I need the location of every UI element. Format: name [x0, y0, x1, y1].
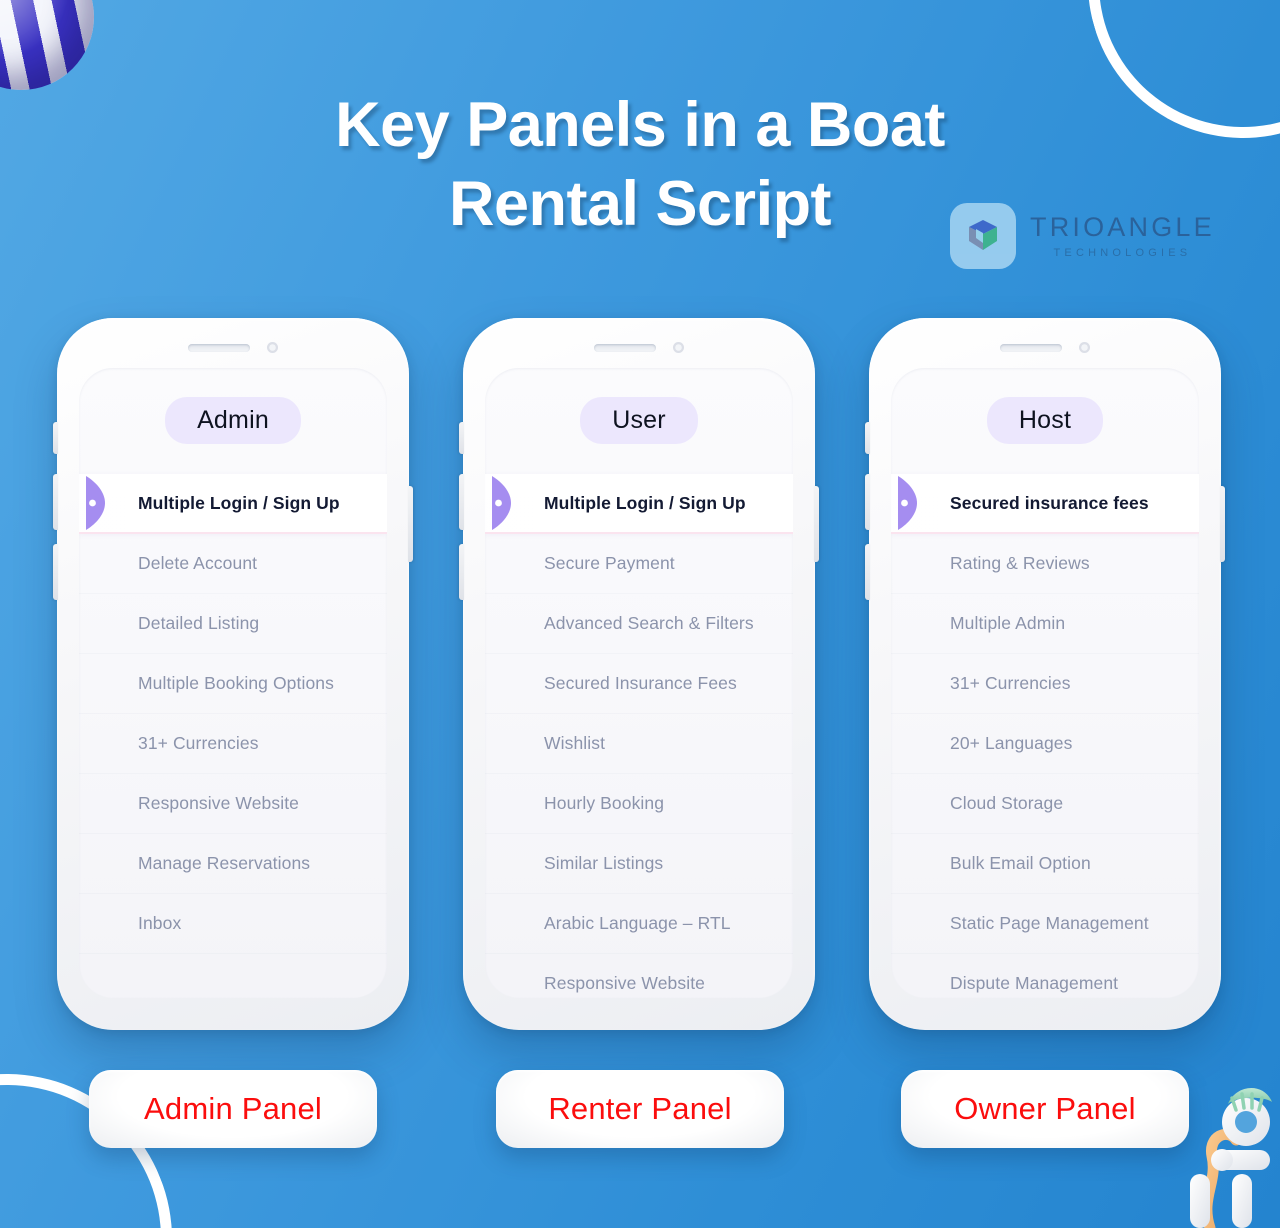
feature-label: Secure Payment — [544, 553, 675, 573]
feature-row[interactable]: Detailed Listing — [79, 594, 387, 654]
feature-label: Hourly Booking — [544, 793, 665, 813]
feature-row[interactable]: Inbox — [79, 894, 387, 954]
role-chip-admin: Admin — [165, 397, 301, 444]
page-title-line-1: Key Panels in a Boat — [335, 90, 945, 160]
feature-label: 31+ Currencies — [950, 673, 1071, 693]
feature-row[interactable]: Rating & Reviews — [891, 534, 1199, 594]
speaker-icon — [188, 343, 250, 352]
feature-label: Responsive Website — [138, 793, 300, 813]
feature-row[interactable]: 31+ Currencies — [79, 714, 387, 774]
feature-row[interactable]: Bulk Email Option — [891, 834, 1199, 894]
feature-label: Multiple Login / Sign Up — [544, 492, 746, 513]
feature-list-host: Secured insurance fees Rating & Reviews Mu… — [891, 474, 1199, 998]
power-button[interactable] — [814, 486, 819, 562]
camera-icon — [1079, 342, 1090, 353]
feature-row[interactable]: Multiple Login / Sign Up — [485, 474, 793, 534]
camera-icon — [267, 342, 278, 353]
feature-label: Arabic Language – RTL — [544, 913, 731, 933]
mute-switch[interactable] — [865, 422, 870, 454]
feature-row[interactable]: Cloud Storage — [891, 774, 1199, 834]
volume-up-button[interactable] — [459, 474, 464, 530]
feature-label: Secured insurance fees — [950, 492, 1149, 513]
phone-mockup-admin: Admin Multiple Login / Sign Up Delete Acc… — [53, 318, 413, 1030]
volleyball-icon — [0, 0, 94, 90]
brand-tagline: TECHNOLOGIES — [1053, 246, 1192, 259]
feature-row[interactable]: Responsive Website — [485, 954, 793, 998]
volume-down-button[interactable] — [459, 544, 464, 600]
phone-mockup-user: User Multiple Login / Sign Up Secure Paym… — [459, 318, 819, 1030]
volume-down-button[interactable] — [865, 544, 870, 600]
feature-label: Rating & Reviews — [950, 553, 1090, 573]
power-button[interactable] — [408, 486, 413, 562]
feature-label: Advanced Search & Filters — [544, 613, 754, 633]
feature-label: Secured Insurance Fees — [544, 673, 737, 693]
speaker-icon — [1000, 343, 1062, 352]
role-chip-user: User — [580, 397, 698, 444]
caption-admin-panel[interactable]: Admin Panel — [89, 1070, 377, 1148]
feature-row[interactable]: Multiple Booking Options — [79, 654, 387, 714]
feature-label: Inbox — [138, 913, 182, 933]
feature-row[interactable]: Static Page Management — [891, 894, 1199, 954]
feature-row[interactable]: Advanced Search & Filters — [485, 594, 793, 654]
feature-label: Multiple Booking Options — [138, 673, 334, 693]
feature-label: Manage Reservations — [138, 853, 311, 873]
feature-row[interactable]: Dispute Management — [891, 954, 1199, 998]
mute-switch[interactable] — [53, 422, 58, 454]
feature-label: Wishlist — [544, 733, 606, 753]
caption-renter-panel[interactable]: Renter Panel — [496, 1070, 784, 1148]
active-marker-icon — [86, 476, 105, 530]
camera-icon — [673, 342, 684, 353]
brand-name: TRIOANGLE — [1030, 211, 1215, 242]
power-button[interactable] — [1220, 486, 1225, 562]
feature-label: Detailed Listing — [138, 613, 260, 633]
feature-row[interactable]: Multiple Admin — [891, 594, 1199, 654]
feature-row[interactable]: Wishlist — [485, 714, 793, 774]
feature-row[interactable]: Similar Listings — [485, 834, 793, 894]
feature-row[interactable]: Hourly Booking — [485, 774, 793, 834]
feature-row[interactable]: Responsive Website — [79, 774, 387, 834]
feature-label: 31+ Currencies — [138, 733, 259, 753]
caption-owner-panel[interactable]: Owner Panel — [901, 1070, 1189, 1148]
phone-notch — [57, 342, 409, 353]
feature-row[interactable]: 20+ Languages — [891, 714, 1199, 774]
feature-row[interactable]: Delete Account — [79, 534, 387, 594]
feature-label: Multiple Login / Sign Up — [138, 492, 340, 513]
feature-row[interactable]: 31+ Currencies — [891, 654, 1199, 714]
active-marker-icon — [898, 476, 917, 530]
feature-label: Dispute Management — [950, 973, 1119, 993]
feature-label: Bulk Email Option — [950, 853, 1091, 873]
volume-down-button[interactable] — [53, 544, 58, 600]
phone-mockup-host: Host Secured insurance fees Rating & Revi… — [865, 318, 1225, 1030]
feature-list-admin: Multiple Login / Sign Up Delete Account De… — [79, 474, 387, 954]
feature-row[interactable]: Manage Reservations — [79, 834, 387, 894]
active-marker-icon — [492, 476, 511, 530]
phone-notch — [463, 342, 815, 353]
volume-up-button[interactable] — [53, 474, 58, 530]
feature-label: Cloud Storage — [950, 793, 1064, 813]
feature-label: Delete Account — [138, 553, 258, 573]
trioangle-triangle-logo-icon — [950, 203, 1016, 269]
feature-label: 20+ Languages — [950, 733, 1073, 753]
feature-label: Static Page Management — [950, 913, 1149, 933]
volume-up-button[interactable] — [865, 474, 870, 530]
feature-row[interactable]: Multiple Login / Sign Up — [79, 474, 387, 534]
feature-row[interactable]: Secure Payment — [485, 534, 793, 594]
feature-label: Similar Listings — [544, 853, 664, 873]
brand-logo: TRIOANGLE TECHNOLOGIES — [950, 203, 1215, 269]
phone-screen: User Multiple Login / Sign Up Secure Paym… — [485, 368, 793, 998]
feature-row[interactable]: Secured insurance fees — [891, 474, 1199, 534]
role-chip-host: Host — [986, 397, 1104, 444]
feature-label: Responsive Website — [544, 973, 706, 993]
feature-label: Multiple Admin — [950, 613, 1066, 633]
feature-list-user: Multiple Login / Sign Up Secure Payment Ad… — [485, 474, 793, 998]
phone-screen: Admin Multiple Login / Sign Up Delete Acc… — [79, 368, 387, 998]
poster-canvas: Key Panels in a Boat Rental Script TRIOA… — [0, 0, 1280, 1228]
phone-screen: Host Secured insurance fees Rating & Revi… — [891, 368, 1199, 998]
speaker-icon — [594, 343, 656, 352]
feature-row[interactable]: Arabic Language – RTL — [485, 894, 793, 954]
feature-row[interactable]: Secured Insurance Fees — [485, 654, 793, 714]
phone-notch — [869, 342, 1221, 353]
mute-switch[interactable] — [459, 422, 464, 454]
